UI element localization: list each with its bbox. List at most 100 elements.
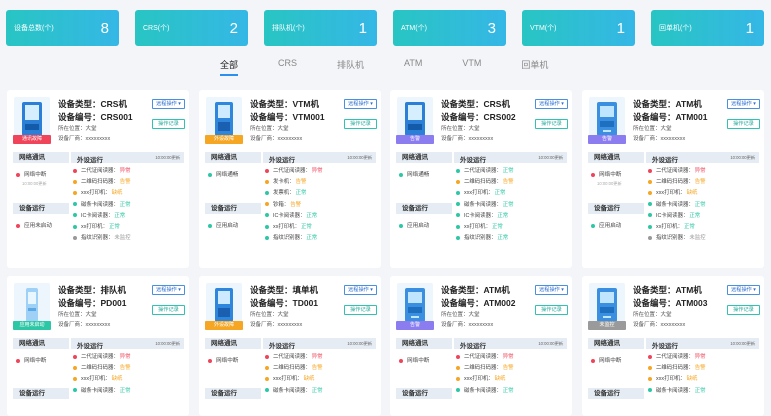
- peripheral-status-dot: [73, 235, 77, 240]
- peripheral-status-dot: [648, 235, 652, 240]
- operation-log-button[interactable]: 操作记录: [535, 305, 568, 315]
- peripheral-item: 二代证阅读器：异常: [456, 352, 568, 363]
- status-badge: 外设故障: [205, 135, 243, 144]
- peripheral-status-dot: [73, 224, 77, 229]
- operation-log-button[interactable]: 操作记录: [727, 305, 760, 315]
- peripheral-name: 磁条卡阅读器：: [273, 387, 311, 394]
- peripheral-name: 二维码扫码器：: [656, 365, 694, 372]
- tab-2[interactable]: 排队机: [337, 58, 364, 76]
- tab-5[interactable]: 回单机: [521, 58, 548, 76]
- peripheral-update-time: 10:00:00更新: [730, 341, 755, 346]
- stat-card[interactable]: 排队机(个) 1: [264, 10, 377, 46]
- peripheral-status: 告警: [119, 365, 131, 372]
- stat-value: 3: [487, 19, 496, 37]
- remote-operation-button[interactable]: 远程操作 ▾: [727, 99, 760, 109]
- device-type: 设备类型：填单机: [250, 284, 318, 297]
- location-label: 所在位置：: [633, 126, 661, 132]
- stat-label: CRS(个): [143, 25, 170, 32]
- tab-4[interactable]: VTM: [462, 58, 481, 76]
- peripheral-status: 告警: [502, 365, 514, 372]
- stat-value: 2: [229, 19, 238, 37]
- remote-operation-button[interactable]: 远程操作 ▾: [152, 285, 185, 295]
- operation-log-button[interactable]: 操作记录: [727, 119, 760, 129]
- device-location: 所在位置：大堂: [250, 124, 325, 134]
- remote-operation-button[interactable]: 远程操作 ▾: [727, 285, 760, 295]
- device-location: 所在位置：大堂: [250, 310, 318, 320]
- peripheral-item: 二代证阅读器：异常: [648, 166, 760, 177]
- stat-card[interactable]: VTM(个) 1: [522, 10, 635, 46]
- peripheral-status: 正常: [491, 223, 503, 230]
- peripheral-header-title: 外设运行: [269, 157, 295, 164]
- stat-value: 1: [616, 19, 625, 37]
- remote-operation-button[interactable]: 远程操作 ▾: [344, 99, 377, 109]
- peripheral-status-dot: [648, 202, 652, 207]
- peripheral-status: 缺纸: [494, 376, 506, 383]
- peripheral-name: 二代证阅读器：: [656, 354, 694, 360]
- device-info: 设备类型：ATM机 设备编号：ATM001 所在位置：大堂 设备厂商：xxxxxxxx…: [633, 98, 707, 144]
- peripheral-status: 正常: [306, 235, 318, 242]
- device-code: 设备编号：PD001: [58, 297, 127, 310]
- stat-value: 1: [358, 19, 367, 37]
- remote-operation-button[interactable]: 远程操作 ▾: [535, 99, 568, 109]
- peripheral-item: 二维码扫码器：告警: [73, 363, 185, 374]
- peripheral-name: IC卡阅读器：: [656, 212, 689, 219]
- peripheral-name: xx打印机：: [273, 223, 300, 230]
- operation-log-button[interactable]: 操作记录: [344, 119, 377, 129]
- location-label: 所在位置：: [441, 312, 469, 318]
- stat-card[interactable]: ATM(个) 3: [393, 10, 506, 46]
- device-code-value: ATM002: [483, 298, 516, 308]
- tab-1[interactable]: CRS: [278, 58, 297, 76]
- peripheral-status-dot: [265, 388, 269, 393]
- location-label: 所在位置：: [441, 126, 469, 132]
- peripheral-status-dot: [73, 213, 77, 218]
- peripheral-name: 指纹识别器：: [81, 235, 114, 242]
- peripheral-name: 二代证阅读器：: [273, 354, 311, 360]
- peripheral-name: 二维码扫码器：: [273, 365, 311, 372]
- stat-card[interactable]: 回单机(个) 1: [651, 10, 764, 46]
- peripheral-item: 二代证阅读器：异常: [73, 352, 185, 363]
- stat-card[interactable]: CRS(个) 2: [135, 10, 248, 46]
- device-type: 设备类型：CRS机: [441, 98, 516, 111]
- status-badge: 未监控: [588, 321, 626, 330]
- peripheral-status-dot: [265, 354, 269, 359]
- peripheral-item: 二代证阅读器：正常: [456, 166, 568, 177]
- device-type-value: VTM机: [292, 99, 319, 109]
- operation-log-button[interactable]: 操作记录: [535, 119, 568, 129]
- device-card: 告警 设备类型：CRS机 设备编号：CRS002 所在位置：大堂 设备厂商：xxxxxx…: [390, 90, 572, 268]
- remote-operation-button[interactable]: 远程操作 ▾: [535, 285, 568, 295]
- tab-0[interactable]: 全部: [220, 58, 239, 76]
- device-tabs: 全部 CRS 排队机 ATM VTM 回单机: [220, 58, 588, 76]
- stats-bar: 设备总数(个) 8 CRS(个) 2 排队机(个) 1 ATM(个) 3 VTM(个) 1 回单机(…: [6, 10, 764, 46]
- device-info: 设备类型：VTM机 设备编号：VTM001 所在位置：大堂 设备厂商：xxxxxxxx…: [250, 98, 325, 144]
- peripheral-name: 二代证阅读器：: [81, 168, 119, 174]
- peripheral-item: 磁条卡阅读器：正常: [73, 200, 185, 211]
- peripheral-name: 二维码扫码器：: [81, 179, 119, 186]
- stat-label: 排队机(个): [272, 25, 305, 32]
- operation-log-button[interactable]: 操作记录: [344, 305, 377, 315]
- peripheral-status: 缺纸: [303, 376, 315, 383]
- device-location: 所在位置：大堂: [633, 124, 707, 134]
- peripheral-item: 二维码扫码器：告警: [456, 363, 568, 374]
- peripheral-name: xx打印机：: [81, 223, 108, 230]
- network-status-dot: [591, 358, 595, 363]
- peripheral-item: xxx打印机：正常: [456, 188, 568, 199]
- peripheral-list: 二代证阅读器：异常 发卡机：告警 发票机：正常 钞箱：告警 IC卡阅读器：正常 xx打印机…: [265, 166, 377, 244]
- device-code-value: VTM001: [292, 112, 325, 122]
- network-status-text: 网络中断: [24, 172, 47, 178]
- tab-3[interactable]: ATM: [404, 58, 422, 76]
- device-type-value: 排队机: [100, 285, 127, 295]
- device-run-dot: [208, 223, 212, 228]
- peripheral-update-time: 10:00:00更新: [347, 155, 372, 160]
- peripheral-name: 二维码扫码器：: [656, 179, 694, 186]
- remote-operation-button[interactable]: 远程操作 ▾: [344, 285, 377, 295]
- vendor-value: xxxxxxxxx: [85, 322, 111, 328]
- stat-label: 设备总数(个): [14, 25, 54, 32]
- peripheral-status-dot: [456, 365, 460, 370]
- device-code: 设备编号：ATM003: [633, 297, 707, 310]
- peripheral-name: 二维码扫码器：: [464, 365, 502, 372]
- device-run-text: 应用启动: [599, 223, 622, 229]
- stat-card[interactable]: 设备总数(个) 8: [6, 10, 119, 46]
- remote-operation-button[interactable]: 远程操作 ▾: [152, 99, 185, 109]
- operation-log-button[interactable]: 操作记录: [152, 305, 185, 315]
- operation-log-button[interactable]: 操作记录: [152, 119, 185, 129]
